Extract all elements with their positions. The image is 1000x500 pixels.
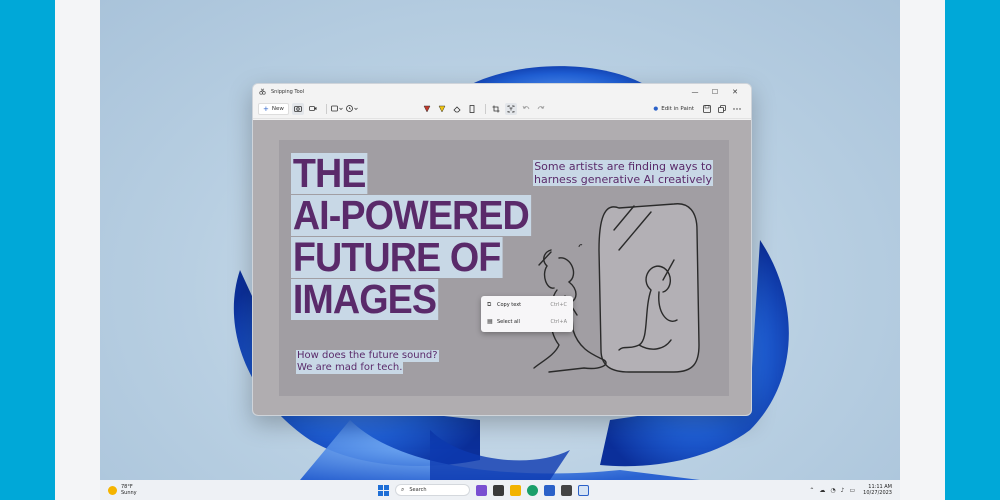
windows-logo-icon: [384, 484, 389, 490]
ruler-button[interactable]: [466, 103, 478, 115]
file-explorer-icon[interactable]: [510, 484, 521, 496]
more-options-button[interactable]: [731, 103, 743, 115]
edit-in-paint-button[interactable]: ● Edit in Paint: [649, 103, 698, 115]
highlighter-button[interactable]: [436, 103, 448, 115]
edit-in-paint-label: Edit in Paint: [661, 105, 694, 112]
paint-icon: ●: [653, 105, 659, 112]
title-bar: Snipping Tool — ☐ ✕: [253, 84, 751, 99]
more-icon: [733, 107, 741, 110]
close-button[interactable]: ✕: [725, 88, 745, 96]
save-button[interactable]: [701, 103, 713, 115]
sun-icon: [108, 485, 117, 495]
snip-canvas: THE AI-POWERED FUTURE OF IMAGES Some art…: [253, 120, 751, 415]
snipping-tool-taskbar-icon[interactable]: [578, 484, 589, 496]
cloud-icon[interactable]: ☁: [819, 487, 825, 494]
video-icon: [308, 106, 317, 111]
snipping-tool-window: Snipping Tool — ☐ ✕ + New ● Edit in Pain…: [252, 83, 752, 416]
search-placeholder: Search: [409, 487, 427, 493]
clock-icon: [345, 105, 358, 112]
delay-dropdown[interactable]: [345, 103, 358, 115]
pen-icon: [423, 105, 431, 113]
context-menu-item-select-all[interactable]: ▦ Select all Ctrl+A: [481, 313, 573, 330]
task-view-icon[interactable]: [493, 484, 504, 496]
chevron-up-icon[interactable]: ⌃: [809, 487, 814, 494]
copy-icon: [718, 104, 726, 113]
illustration-person-and-phone: [533, 203, 700, 373]
minimize-button[interactable]: —: [685, 88, 705, 96]
taskbar-center: ⌕ Search: [378, 484, 595, 496]
context-menu-shortcut: Ctrl+A: [550, 318, 567, 325]
redo-button[interactable]: [535, 103, 547, 115]
toolbar-divider: [484, 103, 486, 114]
select-all-icon: ▦: [487, 318, 493, 325]
text-actions-icon: [507, 105, 515, 112]
context-menu-shortcut: Ctrl+C: [550, 301, 567, 308]
store-icon[interactable]: [544, 484, 555, 496]
captured-image: THE AI-POWERED FUTURE OF IMAGES Some art…: [279, 140, 729, 396]
camera-mode-button[interactable]: [291, 102, 304, 115]
weather-text: 78°F Sunny: [121, 484, 137, 496]
eraser-button[interactable]: [451, 103, 463, 115]
context-menu-label: Copy text: [497, 301, 522, 308]
rectangle-snip-icon: [330, 105, 343, 112]
text-actions-button[interactable]: [504, 102, 517, 115]
toolbar-divider: [325, 103, 327, 114]
maximize-button[interactable]: ☐: [705, 88, 725, 96]
snipping-tool-app-icon: [259, 88, 266, 95]
edge-browser-icon[interactable]: [527, 484, 538, 496]
start-button[interactable]: [378, 484, 389, 496]
battery-icon[interactable]: ▭: [850, 487, 856, 494]
copy-text-icon: ⧉: [487, 300, 492, 308]
highlighter-icon: [438, 105, 446, 113]
copy-button[interactable]: [716, 103, 728, 115]
ruler-icon: [469, 104, 475, 113]
ballpoint-pen-button[interactable]: [421, 103, 433, 115]
volume-icon[interactable]: ♪: [841, 487, 845, 494]
system-tray: ⌃ ☁ ◔ ♪ ▭ 11:11 AM 10/27/2023: [804, 484, 892, 496]
windows-logo-icon: [378, 490, 383, 496]
copilot-icon[interactable]: [476, 484, 487, 496]
crop-icon: [492, 105, 500, 112]
weather-desc: Sunny: [121, 490, 137, 496]
date: 10/27/2023: [863, 490, 892, 496]
clock[interactable]: 11:11 AM 10/27/2023: [863, 484, 892, 496]
toolbar: + New ● Edit in Paint: [253, 99, 751, 119]
taskbar-search[interactable]: ⌕ Search: [395, 484, 470, 496]
new-label: New: [271, 105, 284, 112]
context-menu-item-copy-text[interactable]: ⧉ Copy text Ctrl+C: [481, 296, 573, 313]
save-icon: [703, 104, 711, 113]
terminal-icon[interactable]: [561, 484, 572, 496]
search-icon: ⌕: [401, 486, 405, 493]
context-menu-label: Select all: [497, 318, 520, 325]
undo-button[interactable]: [520, 103, 532, 115]
crop-button[interactable]: [490, 103, 502, 115]
snip-mode-dropdown[interactable]: [330, 103, 343, 115]
new-snip-button[interactable]: + New: [258, 102, 289, 115]
wifi-icon[interactable]: ◔: [830, 487, 835, 494]
undo-icon: [522, 105, 530, 110]
windows-logo-icon: [378, 484, 383, 490]
camera-icon: [293, 106, 302, 112]
context-menu: ⧉ Copy text Ctrl+C ▦ Select all Ctrl+A: [481, 296, 573, 332]
redo-icon: [537, 105, 545, 110]
window-title: Snipping Tool: [271, 88, 305, 95]
eraser-icon: [453, 105, 461, 112]
plus-icon: +: [263, 104, 269, 113]
taskbar: 78°F Sunny ⌕ Search ⌃ ☁ ◔ ♪ ▭ 11:11 AM 1…: [100, 480, 900, 500]
weather-widget[interactable]: 78°F Sunny: [108, 484, 228, 496]
windows-logo-icon: [384, 490, 389, 496]
video-mode-button[interactable]: [307, 103, 319, 115]
